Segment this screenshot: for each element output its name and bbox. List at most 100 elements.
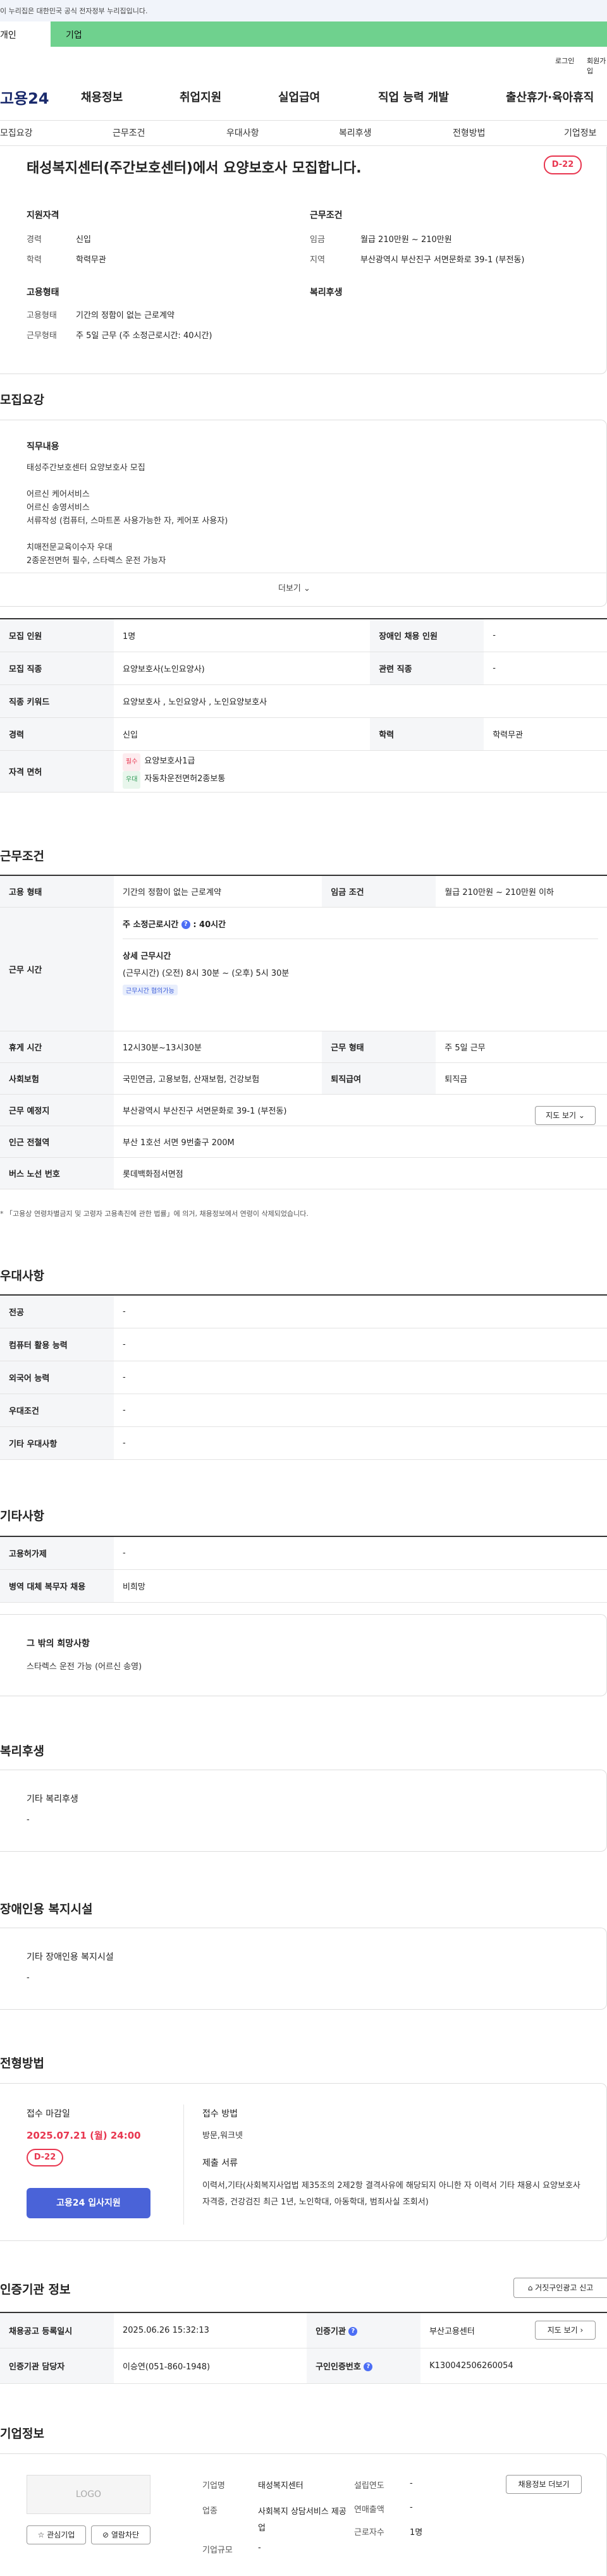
cell-label: 구인인증번호 ? (307, 2348, 421, 2384)
chevron-down-icon: ⌄ (304, 584, 310, 593)
cell-value: 이승연(051-860-1948) (114, 2348, 307, 2384)
signup-link[interactable]: 회원가입 (587, 56, 607, 76)
industry-value: 사회복지 상담서비스 제공업 (258, 2507, 346, 2533)
career-value: 신입 (76, 235, 91, 245)
emp-type-value: 기간의 정함이 없는 근로계약 (76, 311, 175, 320)
agency-map-button[interactable]: 지도 보기 › (535, 2321, 596, 2340)
company-section-title: 기업정보 (0, 2427, 44, 2441)
disability-value: - (27, 1973, 30, 1983)
cell-value: 기간의 정함이 없는 근로계약 (114, 875, 322, 908)
info-icon[interactable]: ? (181, 920, 190, 929)
tab-personal[interactable]: 개인 (0, 21, 51, 47)
welfare-title: 복리후생 (310, 288, 343, 298)
deadline-value: 2025.07.21 (월) 24:00 (27, 2130, 141, 2141)
login-link[interactable]: 로그인 (555, 56, 574, 66)
report-button[interactable]: ⌂ 거짓구인광고 신고 (513, 2278, 607, 2298)
menu-unemployment[interactable]: 실업급여 (278, 88, 320, 105)
cell-value: - (114, 1394, 607, 1427)
cell-value: - (114, 1295, 607, 1328)
welfare-card (0, 1770, 607, 1852)
recruit-table: 모집 인원 1명 장애인 채용 인원 - 모집 직종 요양보호사(노인요양사) … (0, 618, 607, 793)
menu-training[interactable]: 직업 능력 개발 (378, 88, 449, 105)
menu-leave[interactable]: 출산휴가·육아휴직 (506, 88, 594, 105)
cell-value: - (114, 1361, 607, 1394)
menu-jobs[interactable]: 채용정보 (81, 88, 123, 105)
gov-notice-bar: 이 누리집은 대한민국 공식 전자정부 누리집입니다. (0, 0, 607, 21)
cell-label: 근무 예정지 (0, 1094, 114, 1126)
site-logo[interactable]: 고용24 (0, 86, 49, 108)
cell-label: 채용공고 등록일시 (0, 2312, 114, 2348)
tab-recruit[interactable]: 모집요강 (0, 126, 33, 139)
cell-label: 관련 직종 (370, 652, 484, 685)
selection-dday-badge: D-22 (27, 2149, 63, 2166)
cell-value: 롯데백화점서면점 (114, 1157, 607, 1189)
industry-label: 업종 (202, 2506, 218, 2516)
cell-value: 2025.06.26 15:32:13 (114, 2312, 307, 2348)
method-label: 접수 방법 (202, 2109, 238, 2119)
user-type-bar: 개인 기업 (0, 21, 607, 47)
tab-company-info[interactable]: 기업정보 (564, 126, 597, 139)
duty-line: 치매전문교육이수자 우대 (27, 543, 113, 552)
career-label: 경력 (27, 235, 42, 245)
required-chip: 필수 (123, 753, 141, 771)
etc-section-title: 기타사항 (0, 1509, 44, 1523)
size-label: 기업규모 (202, 2546, 233, 2555)
region-value: 부산광역시 부산진구 서면문화로 39-1 (부전동) (360, 255, 525, 265)
tab-conditions[interactable]: 근무조건 (113, 126, 145, 139)
duty-line: 서류작성 (컴퓨터, 스마트폰 사용가능한 자, 케어포 사용자) (27, 516, 228, 526)
cell-value: 12시30분~13시30분 (114, 1031, 322, 1063)
emp-type-label: 고용형태 (27, 311, 57, 320)
cell-value: K130042506260054 (420, 2348, 607, 2384)
region-label: 지역 (310, 255, 325, 265)
tab-preference[interactable]: 우대사항 (226, 126, 259, 139)
tab-welfare[interactable]: 복리후생 (339, 126, 372, 139)
cell-label: 컴퓨터 활용 능력 (0, 1328, 114, 1361)
detail-value: (근무시간) (오전) 8시 30분 ~ (오후) 5시 30분 (123, 968, 290, 978)
cell-label: 인근 전철역 (0, 1126, 114, 1158)
cell-label: 병역 대체 복무자 채용 (0, 1569, 114, 1603)
license-cell: 필수 요양보호사1급 우대 자동차운전면허2종보통 (114, 750, 607, 793)
recruit-section-title: 모집요강 (0, 393, 44, 407)
cell-label: 자격 면허 (0, 750, 114, 793)
duty-title: 직무내용 (27, 442, 59, 452)
info-icon[interactable]: ? (348, 2327, 358, 2336)
workers-value: 1명 (410, 2528, 423, 2537)
company-name-label: 기업명 (202, 2481, 225, 2491)
docs-label: 제출 서류 (202, 2158, 238, 2168)
info-icon[interactable]: ? (364, 2362, 373, 2371)
cell-label: 근무 형태 (322, 1031, 436, 1063)
cell-value: 신입 (114, 717, 371, 751)
deadline-label: 접수 마감일 (27, 2109, 70, 2119)
block-button[interactable]: ⊘ 열람차단 (91, 2525, 150, 2544)
more-button[interactable]: 더보기 ⌄ (278, 581, 310, 593)
company-jobs-button[interactable]: 채용정보 더보기 (506, 2475, 582, 2494)
cell-label: 직종 키워드 (0, 684, 114, 718)
conditions-table: 고용 형태 기간의 정함이 없는 근로계약 임금 조건 월급 210만원 ~ 2… (0, 875, 607, 1189)
workers-label: 근로자수 (354, 2528, 384, 2537)
flex-chip: 근무시간 협의가능 (123, 984, 178, 995)
cell-value: 부산 1호선 서면 9번출구 200M (114, 1126, 607, 1158)
cell-value: 요양보호사(노인요양사) (114, 652, 371, 685)
fav-company-button[interactable]: ☆ 관심기업 (27, 2525, 86, 2544)
sales-label: 연매출액 (354, 2505, 384, 2515)
cell-value: 국민연금, 고용보험, 산재보험, 건강보험 (114, 1062, 322, 1095)
apply-button[interactable]: 고용24 입사지원 (27, 2188, 150, 2218)
cell-value: - (114, 1328, 607, 1361)
cell-value: 학력무관 (484, 717, 607, 751)
tab-company[interactable]: 기업 (66, 28, 82, 41)
tab-selection[interactable]: 전형방법 (453, 126, 486, 139)
cell-value: 월급 210만원 ~ 210만원 이하 (436, 875, 607, 908)
map-button[interactable]: 지도 보기 ⌄ (535, 1106, 596, 1125)
menu-employment-support[interactable]: 취업지원 (180, 88, 221, 105)
edu-label: 학력 (27, 255, 42, 265)
cell-label: 외국어 능력 (0, 1361, 114, 1394)
wish-card (0, 1614, 607, 1696)
selection-section-title: 전형방법 (0, 2057, 44, 2070)
cell-value: 주 5일 근무 (436, 1031, 607, 1063)
cell-value: - (114, 1536, 607, 1570)
chevron-right-icon: › (580, 2326, 584, 2335)
place-cell: 부산광역시 부산진구 서면문화로 39-1 (부전동) (114, 1094, 607, 1126)
docs-value: 이력서,기타(사회복지사업법 제35조의 2제2항 결격사유에 해당되지 아니한… (202, 2181, 580, 2207)
wish-value: 스타렉스 운전 가능 (어르신 송영) (27, 1662, 142, 1672)
sales-value: - (410, 2503, 413, 2512)
